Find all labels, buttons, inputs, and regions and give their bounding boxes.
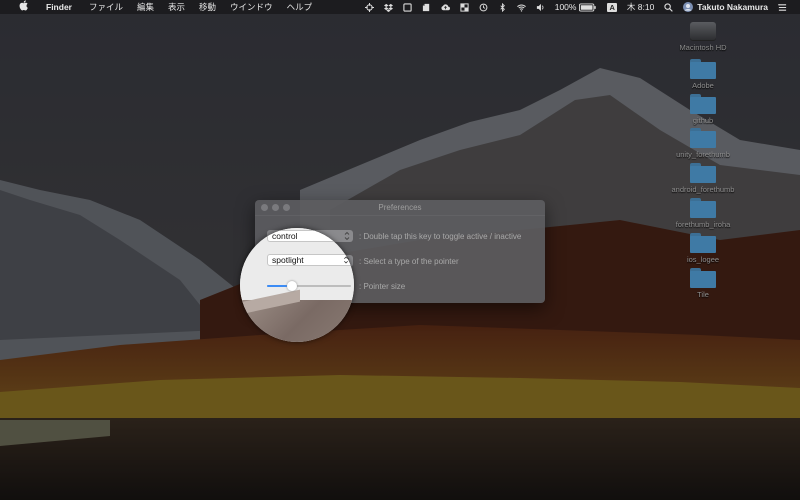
menu-app-finder[interactable]: Finder bbox=[36, 0, 82, 14]
spotlight-pointer: control spotlight bbox=[240, 228, 354, 342]
menu-help[interactable]: ヘルプ bbox=[280, 0, 320, 14]
folder-icon bbox=[690, 268, 716, 288]
spotlight-search-icon[interactable] bbox=[659, 2, 678, 12]
desktop-icon-ios-logee[interactable]: ios_logee bbox=[658, 233, 748, 264]
desktop-icon-tile[interactable]: Tile bbox=[658, 268, 748, 299]
dropbox-icon[interactable] bbox=[379, 3, 398, 12]
wifi-icon[interactable] bbox=[512, 3, 531, 12]
folder-icon bbox=[690, 128, 716, 148]
bluetooth-icon[interactable] bbox=[493, 2, 512, 12]
user-avatar bbox=[683, 2, 694, 12]
chevron-updown-icon bbox=[344, 256, 348, 264]
spotlight-pointer-size-row bbox=[267, 280, 351, 292]
notification-center-icon[interactable] bbox=[773, 3, 792, 12]
spotlight-pointer-type-value: spotlight bbox=[272, 255, 304, 265]
desktop-icon-label: ios_logee bbox=[686, 255, 720, 264]
desktop-icon-label: Adobe bbox=[692, 81, 714, 90]
desktop-icon-forethumb-iroha[interactable]: forethumb_iroha bbox=[658, 198, 748, 229]
pointer-size-description: : Pointer size bbox=[359, 281, 406, 291]
folder-icon bbox=[690, 94, 716, 114]
apple-icon bbox=[19, 0, 28, 10]
menu-bar: Finder ファイル 編集 表示 移動 ウインドウ ヘルプ 100% A 木 … bbox=[0, 0, 800, 14]
menu-file[interactable]: ファイル bbox=[82, 0, 130, 14]
menu-window[interactable]: ウインドウ bbox=[223, 0, 280, 14]
battery-icon bbox=[579, 2, 597, 12]
hard-drive-icon bbox=[690, 22, 716, 40]
desktop-icon-android-forethumb[interactable]: android_forethumb bbox=[658, 163, 748, 194]
menu-view[interactable]: 表示 bbox=[161, 0, 192, 14]
desktop-icon-label: unity_forethumb bbox=[676, 150, 730, 159]
window-icon[interactable] bbox=[398, 2, 417, 12]
clock[interactable]: 木 8:10 bbox=[622, 0, 659, 14]
folder-icon bbox=[690, 233, 716, 253]
pointer-type-description: : Select a type of the pointer bbox=[359, 256, 459, 266]
desktop-icon-label: Macintosh HD bbox=[679, 43, 727, 52]
desktop-icon-unity-forethumb[interactable]: unity_forethumb bbox=[658, 128, 748, 159]
desktop-icon-label: Tile bbox=[697, 290, 709, 299]
folder-icon bbox=[690, 198, 716, 218]
window-titlebar[interactable]: Preferences bbox=[255, 200, 545, 216]
menu-edit[interactable]: 編集 bbox=[130, 0, 161, 14]
desktop-icon-label: forethumb_iroha bbox=[675, 220, 731, 229]
folder-icon bbox=[690, 59, 716, 79]
spotlight-pointer-type-select[interactable]: spotlight bbox=[267, 254, 353, 266]
spotlight-pointer-type-row: spotlight bbox=[267, 254, 353, 266]
desktop-icon-macintosh-hd[interactable]: Macintosh HD bbox=[658, 22, 748, 52]
evernote-icon[interactable] bbox=[417, 3, 436, 12]
time-machine-icon[interactable] bbox=[474, 3, 493, 12]
slider-knob[interactable] bbox=[287, 281, 298, 291]
desktop-icon-adobe[interactable]: Adobe bbox=[658, 59, 748, 90]
window-title: Preferences bbox=[378, 203, 422, 212]
desktop-icon-label: github bbox=[692, 116, 714, 125]
crosshair-icon[interactable] bbox=[360, 2, 379, 12]
cloud-upload-icon[interactable] bbox=[436, 3, 455, 12]
volume-icon[interactable] bbox=[531, 3, 550, 12]
spotlight-pointer-size-slider[interactable] bbox=[267, 280, 351, 292]
battery-status[interactable]: 100% bbox=[550, 0, 603, 14]
folder-icon bbox=[690, 163, 716, 183]
spotlight-toggle-key-select[interactable]: control bbox=[267, 230, 353, 242]
input-source-icon[interactable]: A bbox=[602, 2, 621, 12]
user-menu[interactable]: Takuto Nakamura bbox=[678, 0, 773, 14]
chevron-updown-icon bbox=[344, 232, 348, 240]
toggle-key-description: : Double tap this key to toggle active /… bbox=[359, 231, 522, 241]
menu-go[interactable]: 移動 bbox=[192, 0, 223, 14]
apple-menu[interactable] bbox=[12, 0, 36, 15]
desktop-icon-label: android_forethumb bbox=[671, 185, 735, 194]
desktop-icon-github[interactable]: github bbox=[658, 94, 748, 125]
spotlight-toggle-key-value: control bbox=[272, 231, 298, 241]
display-icon[interactable] bbox=[455, 2, 474, 12]
battery-percent: 100% bbox=[554, 2, 577, 12]
user-name: Takuto Nakamura bbox=[697, 2, 768, 12]
input-mode-label: A bbox=[607, 2, 617, 12]
spotlight-toggle-key-row: control bbox=[267, 230, 353, 242]
